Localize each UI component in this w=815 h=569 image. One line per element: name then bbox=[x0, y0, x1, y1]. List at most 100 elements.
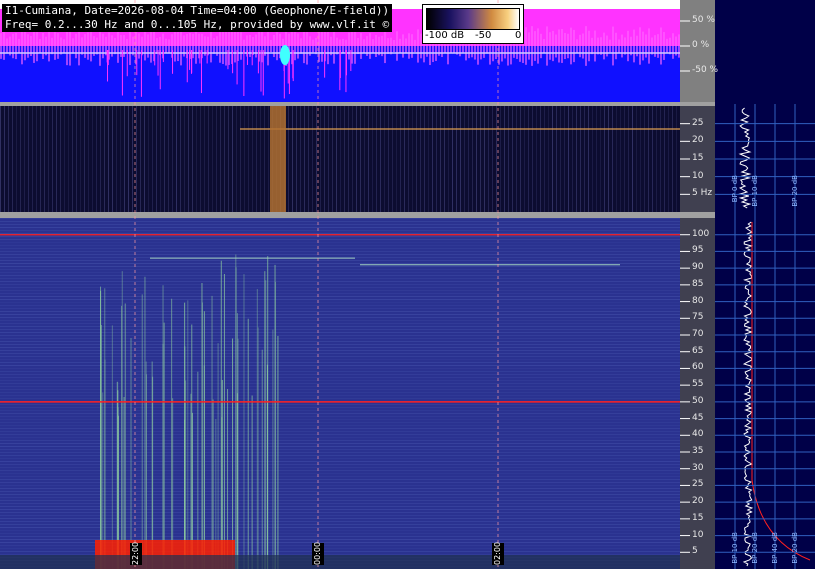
amplitude-trace bbox=[372, 39, 374, 53]
hf-row bbox=[0, 437, 680, 438]
hf-row bbox=[0, 335, 680, 336]
amplitude-trace bbox=[3, 32, 5, 60]
lf-streak bbox=[400, 106, 401, 212]
lf-streak bbox=[228, 106, 229, 212]
amplitude-trace bbox=[294, 31, 296, 61]
hf-tick-label: 35 bbox=[692, 446, 704, 456]
amplitude-trace bbox=[240, 32, 242, 60]
hf-row bbox=[0, 218, 680, 219]
hf-row bbox=[0, 434, 680, 435]
hf-row bbox=[0, 440, 680, 441]
lf-streak bbox=[100, 106, 101, 212]
lf-streak bbox=[104, 106, 105, 212]
amplitude-trace bbox=[129, 27, 131, 65]
hf-row bbox=[0, 326, 680, 327]
hf-tick-label: 15 bbox=[692, 512, 704, 523]
lf-streak bbox=[432, 106, 433, 212]
lf-streak bbox=[392, 106, 393, 212]
hf-row bbox=[0, 299, 680, 300]
hf-row bbox=[0, 422, 680, 423]
hf-row bbox=[0, 392, 680, 393]
lf-streak bbox=[112, 106, 113, 212]
hf-row bbox=[0, 521, 680, 522]
lf-streak bbox=[652, 106, 653, 212]
panel-separator-1 bbox=[0, 102, 715, 106]
lf-streak bbox=[380, 106, 381, 212]
amplitude-trace bbox=[363, 39, 365, 53]
lf-streak bbox=[204, 106, 205, 212]
amplitude-trace bbox=[333, 28, 335, 64]
lf-streak bbox=[472, 106, 473, 212]
amplitude-trace bbox=[234, 29, 236, 63]
lf-streak bbox=[176, 106, 177, 212]
lf-streak bbox=[420, 106, 421, 212]
amplitude-trace bbox=[147, 34, 149, 58]
amplitude-trace bbox=[399, 38, 401, 54]
panel-separator-2 bbox=[0, 212, 715, 218]
hf-row bbox=[0, 431, 680, 432]
amplitude-trace bbox=[627, 30, 629, 62]
amplitude-trace bbox=[72, 38, 74, 54]
lf-streak bbox=[120, 106, 121, 212]
hf-row bbox=[0, 461, 680, 462]
amplitude-trace bbox=[411, 34, 413, 58]
amplitude-trace bbox=[81, 37, 83, 55]
amplitude-trace bbox=[354, 28, 356, 64]
amplitude-trace bbox=[666, 38, 668, 54]
lf-streak bbox=[252, 106, 253, 212]
amplitude-trace bbox=[150, 29, 152, 63]
lf-streak bbox=[80, 106, 81, 212]
lf-streak bbox=[92, 106, 93, 212]
amplitude-trace bbox=[117, 29, 119, 63]
amplitude-trace bbox=[144, 31, 146, 61]
amplitude-trace bbox=[660, 27, 662, 65]
amplitude-trace bbox=[255, 34, 257, 58]
colorbar-label-min: -100 dB bbox=[425, 30, 465, 41]
lf-streak bbox=[404, 106, 405, 212]
lf-streak bbox=[372, 106, 373, 212]
hf-tick-label: 55 bbox=[692, 379, 704, 390]
hf-row bbox=[0, 539, 680, 540]
lf-streak bbox=[48, 106, 49, 212]
hf-row bbox=[0, 365, 680, 366]
hf-row bbox=[0, 275, 680, 276]
hf-tick-label: 30 bbox=[692, 462, 704, 473]
lf-streak bbox=[40, 106, 41, 212]
hf-row bbox=[0, 410, 680, 411]
hf-row bbox=[0, 479, 680, 480]
amplitude-trace bbox=[405, 38, 407, 54]
amplitude-trace bbox=[318, 30, 320, 62]
hf-row bbox=[0, 332, 680, 333]
lf-streak bbox=[300, 106, 301, 212]
amplitude-trace bbox=[99, 26, 101, 66]
hf-row bbox=[0, 530, 680, 531]
lf-streak bbox=[384, 106, 385, 212]
lf-streak bbox=[156, 106, 157, 212]
lf-streak bbox=[636, 106, 637, 212]
hf-row bbox=[0, 491, 680, 492]
amplitude-trace bbox=[603, 32, 605, 60]
hf-row bbox=[0, 497, 680, 498]
amplitude-tick-label: 0 % bbox=[692, 40, 710, 50]
lf-streak bbox=[108, 106, 109, 212]
lf-streak bbox=[592, 106, 593, 212]
amplitude-trace bbox=[69, 26, 71, 66]
hf-row bbox=[0, 473, 680, 474]
amplitude-trace bbox=[525, 27, 527, 65]
lf-streak bbox=[508, 106, 509, 212]
bp-label: BP 20 dB bbox=[751, 532, 759, 564]
lf-streak bbox=[336, 106, 337, 212]
amplitude-trace bbox=[369, 33, 371, 59]
lf-streak bbox=[512, 106, 513, 212]
bp-label: BP 20 dB bbox=[791, 175, 799, 207]
hf-row bbox=[0, 314, 680, 315]
lf-streak bbox=[600, 106, 601, 212]
amplitude-trace bbox=[342, 38, 344, 54]
lf-streak bbox=[164, 106, 165, 212]
lf-streak bbox=[136, 106, 137, 212]
lf-streak bbox=[196, 106, 197, 212]
lf-streak bbox=[660, 106, 661, 212]
amplitude-trace bbox=[672, 33, 674, 59]
lf-streak bbox=[488, 106, 489, 212]
amplitude-trace bbox=[585, 26, 587, 66]
